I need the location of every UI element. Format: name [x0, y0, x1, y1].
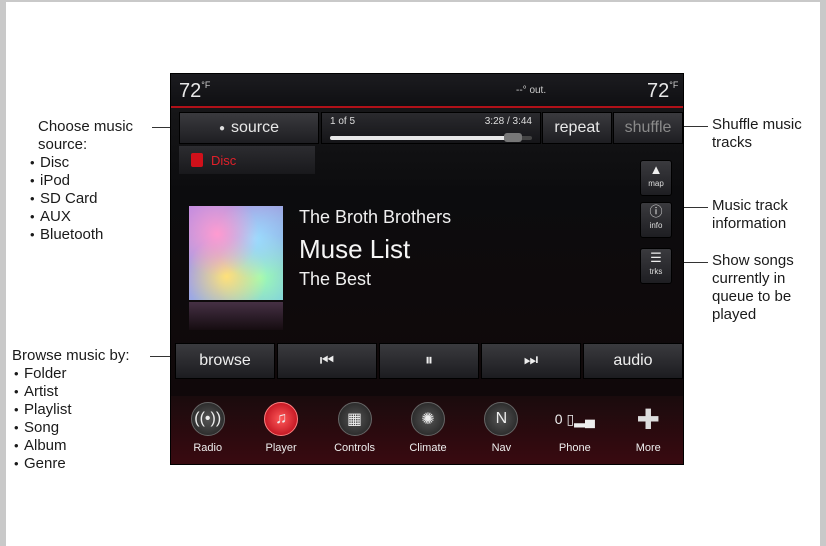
dock-item-more[interactable]: ✚ More — [612, 396, 683, 464]
leader-info — [684, 207, 708, 208]
annotation-info: Music track information — [712, 197, 788, 232]
annotation-browse-item: Folder — [12, 365, 162, 383]
outside-temp: --° out. — [516, 85, 547, 96]
dock-label: Nav — [491, 442, 512, 454]
dock-item-radio[interactable]: ((•)) Radio — [171, 396, 244, 464]
tracks-button[interactable]: ☰ trks — [640, 248, 672, 284]
dock-item-phone[interactable]: 0 ▯▂▄ Phone — [538, 396, 611, 464]
dock-item-controls[interactable]: ▦ Controls — [318, 396, 391, 464]
annotation-browse-item: Artist — [12, 383, 162, 401]
source-name: Disc — [211, 152, 237, 168]
controls-icon: ▦ — [337, 402, 372, 436]
dock-label: Controls — [334, 442, 376, 454]
head-unit-screen: 72°F --° out. 72°F ● source 1 of 5 3:28 … — [170, 73, 684, 465]
temp-left[interactable]: 72°F — [179, 80, 210, 103]
annotation-trks: Show songs currently in queue to be play… — [712, 252, 794, 323]
annotation-source-item: AUX — [28, 208, 158, 226]
nav-icon: N — [484, 402, 519, 436]
leader-shuffle — [684, 126, 708, 127]
source-label: source — [231, 119, 280, 136]
annotation-browse-item: Song — [12, 419, 162, 437]
shuffle-button[interactable]: shuffle — [613, 112, 683, 144]
annotation-browse-item: Playlist — [12, 401, 162, 419]
more-icon: ✚ — [636, 403, 660, 435]
frame-left — [0, 0, 6, 546]
dock-label: Player — [265, 442, 297, 454]
album-art-reflection — [189, 302, 283, 330]
dock-item-player[interactable]: ♫ Player — [244, 396, 317, 464]
source-button[interactable]: ● source — [179, 112, 319, 144]
map-arrow-icon: ▲ — [649, 162, 663, 177]
browse-button[interactable]: browse — [175, 343, 275, 379]
transport-controls: browse ⏮ ⏸ ⏭ audio — [175, 343, 683, 379]
radio-icon: ((•)) — [190, 402, 225, 436]
album-art — [189, 206, 283, 300]
map-label: map — [648, 179, 664, 188]
annotation-source-item: Disc — [28, 154, 158, 172]
dock-label: Climate — [409, 442, 447, 454]
progress-knob[interactable] — [503, 133, 522, 142]
song-title: Muse List — [299, 234, 411, 264]
phone-signal-count: 0 — [554, 411, 563, 427]
repeat-button[interactable]: repeat — [542, 112, 612, 144]
annotation-source-item: Bluetooth — [28, 226, 158, 244]
climate-icon: ✺ — [410, 402, 445, 436]
artist-name: The Broth Brothers — [299, 207, 452, 227]
info-label: info — [649, 221, 663, 230]
source-disc-tab[interactable]: Disc — [179, 146, 315, 174]
audio-button[interactable]: audio — [583, 343, 683, 379]
pause-button[interactable]: ⏸ — [379, 343, 479, 379]
annotation-shuffle: Shuffle music tracks — [712, 116, 802, 151]
player-icon: ♫ — [264, 402, 299, 436]
annotation-browse-item: Genre — [12, 455, 162, 473]
status-bar: 72°F --° out. 72°F — [171, 74, 683, 108]
temp-unit: °F — [669, 80, 679, 90]
progress-bar — [330, 133, 532, 142]
previous-icon: ⏮ — [319, 352, 335, 369]
info-icon: ⓘ — [649, 204, 663, 219]
annotation-source-item: iPod — [28, 172, 158, 190]
dock-label: More — [635, 442, 661, 454]
annotation-browse: Browse music by: Folder Artist Playlist … — [12, 347, 162, 473]
progress-fill — [330, 136, 518, 140]
dock-label: Radio — [193, 442, 223, 454]
bottom-dock: ((•)) Radio ♫ Player ▦ Controls ✺ Climat… — [171, 396, 683, 464]
album-name: The Best — [299, 269, 372, 289]
temp-unit: °F — [201, 80, 211, 90]
dock-item-climate[interactable]: ✺ Climate — [391, 396, 464, 464]
phone-icon: 0 ▯▂▄ — [554, 410, 595, 428]
info-button[interactable]: ⓘ info — [640, 202, 672, 238]
annotation-source-title: Choose music source: — [38, 118, 134, 153]
frame-top — [0, 0, 826, 2]
annotation-source-item: SD Card — [28, 190, 158, 208]
track-time: 3:28 / 3:44 — [484, 116, 532, 127]
next-icon: ⏭ — [523, 352, 539, 369]
annotation-browse-title: Browse music by: — [12, 347, 130, 364]
list-icon: ☰ — [650, 250, 662, 265]
track-count: 1 of 5 — [330, 116, 356, 127]
dock-label: Phone — [558, 442, 591, 454]
annotation-browse-item: Album — [12, 437, 162, 455]
temp-right[interactable]: 72°F — [647, 80, 678, 103]
source-dot-icon: ● — [218, 122, 225, 134]
track-progress[interactable]: 1 of 5 3:28 / 3:44 — [321, 112, 541, 144]
previous-track-button[interactable]: ⏮ — [277, 343, 377, 379]
next-track-button[interactable]: ⏭ — [481, 343, 581, 379]
temp-left-value: 72 — [179, 80, 202, 102]
leader-trks — [684, 262, 708, 263]
temp-right-value: 72 — [647, 80, 670, 102]
dock-item-nav[interactable]: N Nav — [465, 396, 538, 464]
annotation-source: Choose music source: Disc iPod SD Card A… — [28, 118, 158, 244]
map-button[interactable]: ▲ map — [640, 160, 672, 196]
disc-icon — [191, 153, 203, 167]
trks-label: trks — [649, 267, 663, 276]
pause-icon: ⏸ — [424, 352, 433, 369]
